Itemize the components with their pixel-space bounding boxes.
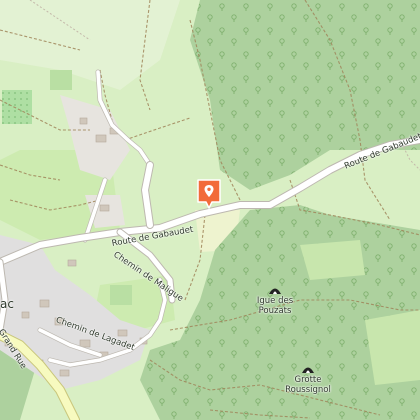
place-label-town-fragment: ac	[0, 297, 14, 311]
cave-icon[interactable]	[268, 285, 282, 295]
poi-name: Grotte Roussignol	[285, 375, 331, 395]
map-base-layer	[0, 0, 420, 420]
poi-label-grotte-roussignol: Grotte Roussignol	[285, 375, 331, 396]
poi-name: Igue des Pouzats	[256, 296, 294, 316]
location-pin-icon[interactable]	[196, 178, 222, 210]
poi-label-igue-des-pouzats: Igue des Pouzats	[256, 296, 294, 317]
map-canvas[interactable]: Route de Gabaudet Route de Gabaudet Chem…	[0, 0, 420, 420]
cave-icon[interactable]	[301, 364, 315, 374]
